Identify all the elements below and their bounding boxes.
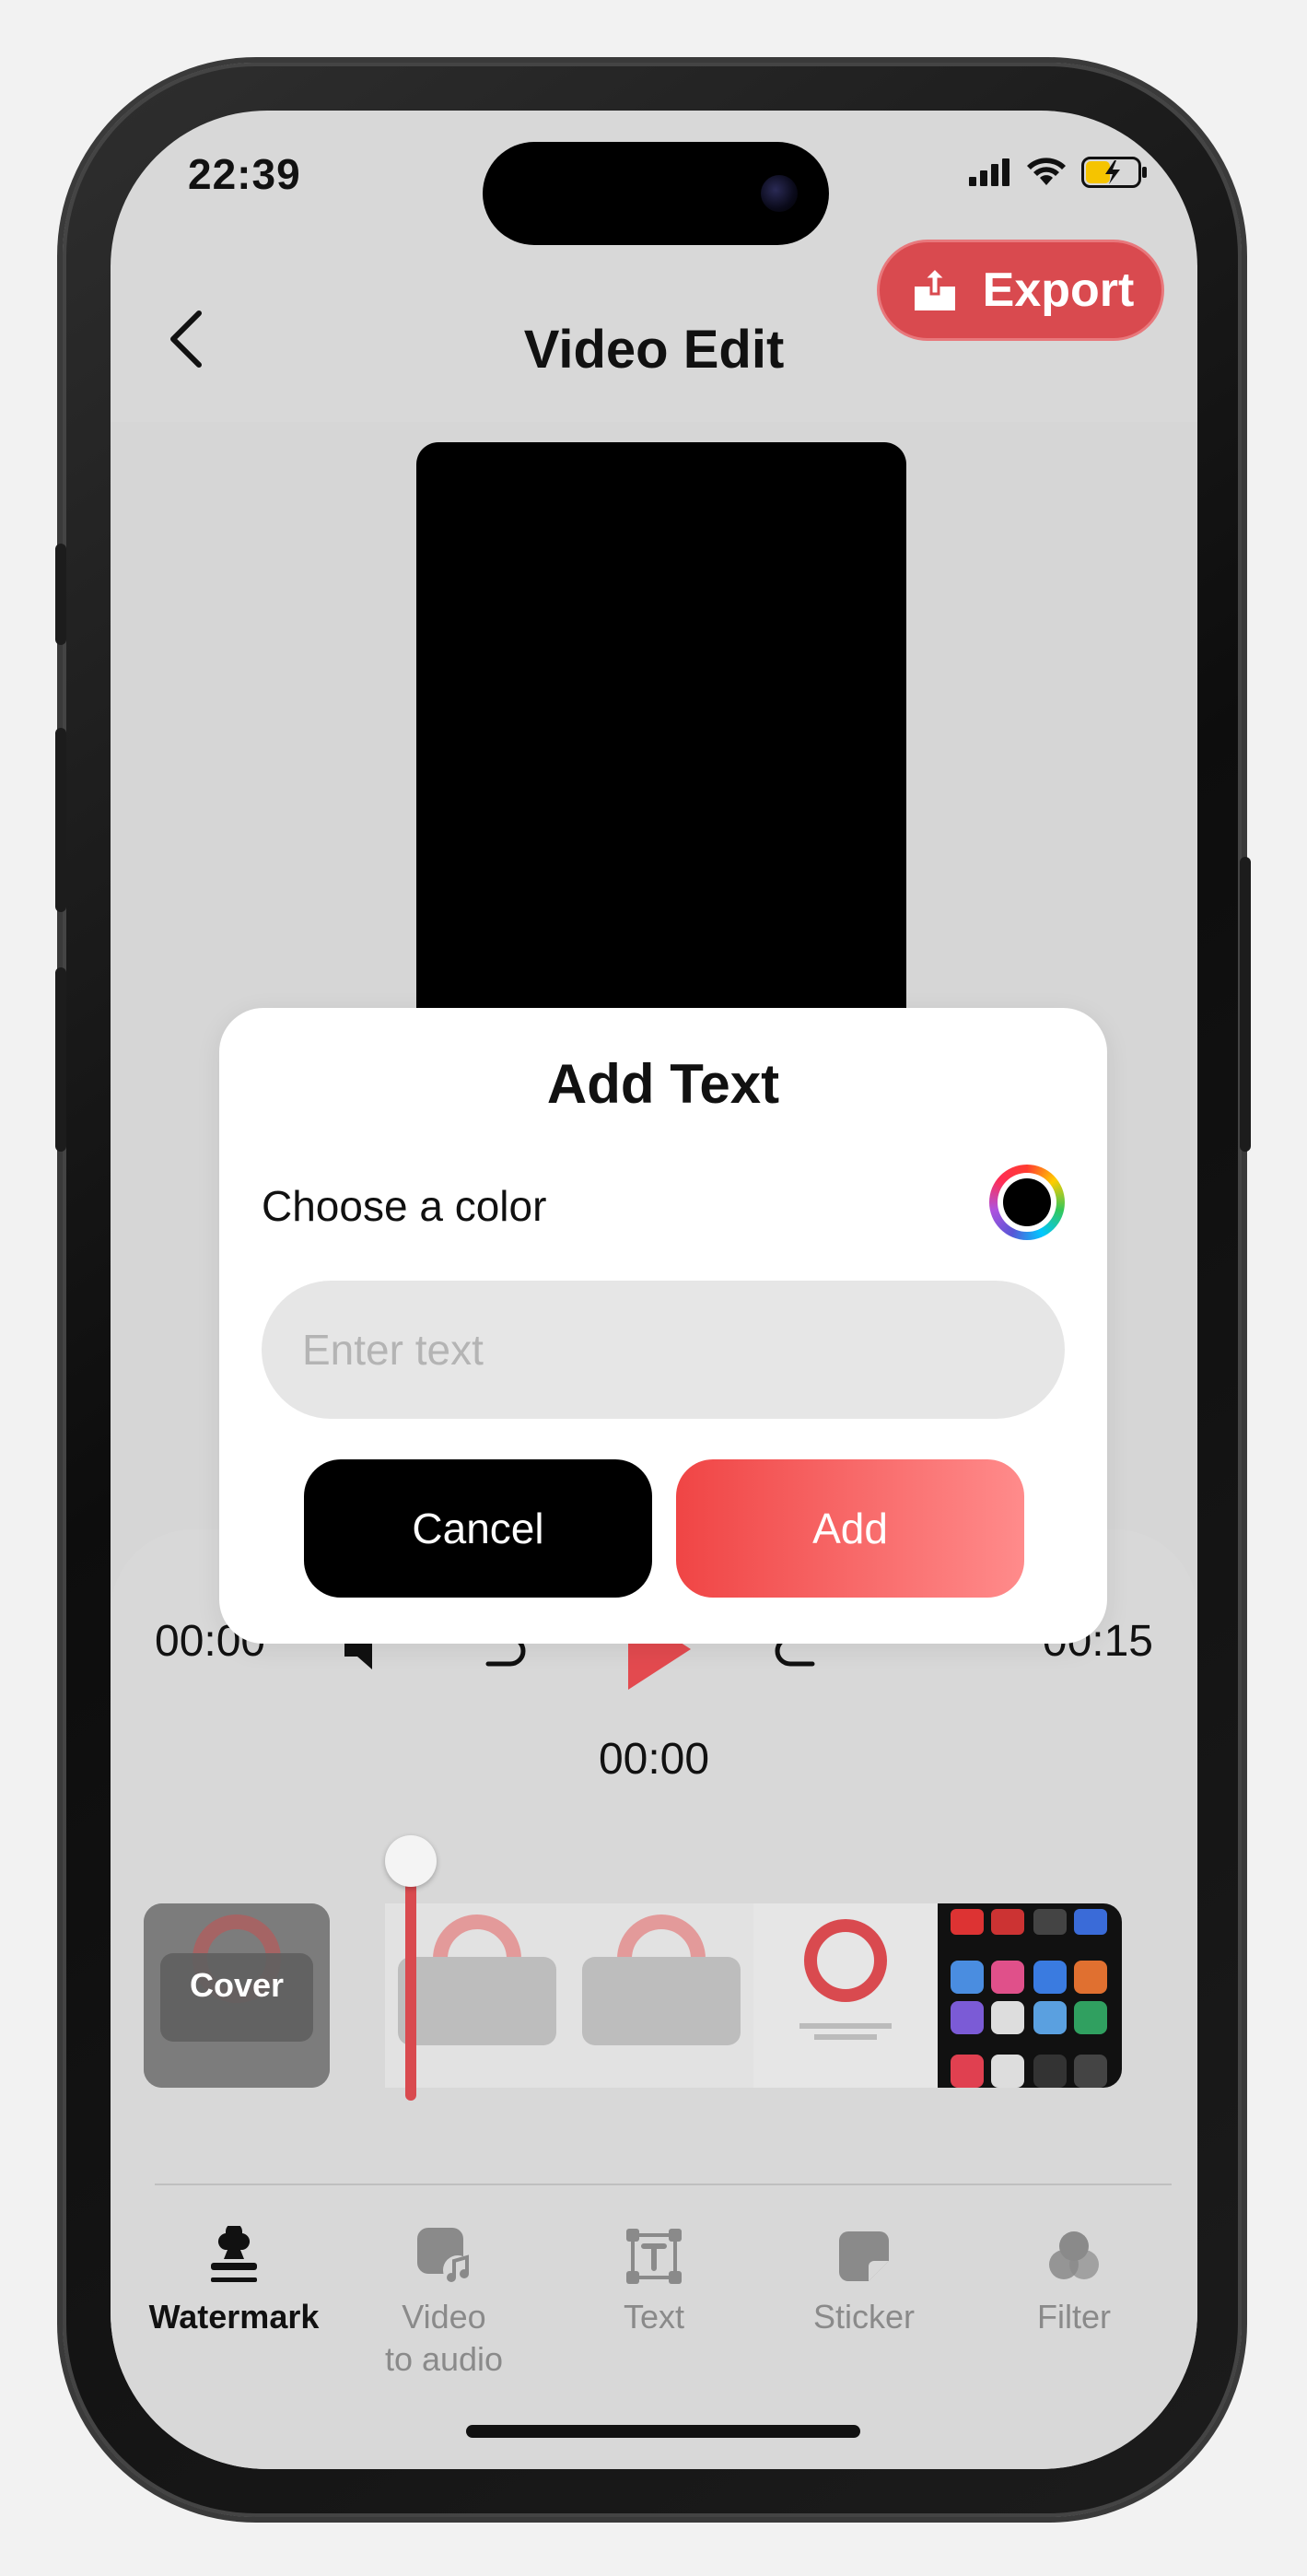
tab-video-to-audio[interactable]: Video to audio: [339, 2209, 549, 2394]
export-label: Export: [982, 263, 1135, 317]
tab-sticker[interactable]: Sticker: [759, 2209, 969, 2394]
cover-label: Cover: [189, 1966, 285, 2004]
cellular-signal-icon: [969, 158, 1009, 186]
upload-icon: [914, 265, 955, 310]
add-button[interactable]: Add: [676, 1459, 1024, 1598]
text-input[interactable]: [262, 1281, 1065, 1419]
tab-label: Sticker: [812, 2298, 916, 2336]
tab-text[interactable]: Text: [549, 2209, 759, 2394]
tab-label: Watermark: [148, 2298, 320, 2336]
camera-icon: [761, 175, 798, 212]
timeline-frame: [753, 1903, 938, 2088]
color-label: Choose a color: [262, 1182, 547, 1230]
wifi-icon: [1027, 158, 1066, 185]
cancel-button[interactable]: Cancel: [304, 1459, 652, 1598]
tab-label: Filter: [1037, 2298, 1111, 2336]
dialog-title: Add Text: [546, 1053, 780, 1115]
filter-icon: [1049, 2231, 1099, 2279]
volume-down-button: [55, 967, 66, 1152]
status-icons: [969, 157, 1148, 188]
tool-tabs: Watermark Video to audio Text Sticker Fi…: [129, 2209, 1179, 2394]
battery-charging-icon: [1081, 157, 1147, 188]
tab-watermark[interactable]: Watermark: [129, 2209, 339, 2394]
export-button[interactable]: Export: [877, 240, 1164, 341]
video-preview[interactable]: [416, 442, 906, 1087]
cover-thumbnail[interactable]: Cover: [144, 1903, 330, 2088]
home-indicator: [466, 2425, 860, 2438]
status-time: 22:39: [188, 150, 301, 198]
tab-filter[interactable]: Filter: [969, 2209, 1179, 2394]
timeline-strip[interactable]: [385, 1903, 1122, 2088]
sticker-icon: [839, 2231, 889, 2281]
power-button: [1240, 857, 1251, 1152]
dynamic-island: [483, 142, 829, 245]
stamp-icon: [211, 2226, 257, 2282]
playhead-time: 00:00: [598, 1735, 710, 1784]
volume-up-button: [55, 728, 66, 912]
action-button: [55, 544, 66, 645]
playhead-handle[interactable]: [385, 1835, 437, 1887]
playhead-line[interactable]: [405, 1879, 416, 2101]
tab-label: Text: [623, 2298, 685, 2336]
timeline-frame: [938, 1903, 1122, 2088]
screen: 22:39 Video Edit Export 00:00 00:15 00:0…: [111, 111, 1197, 2469]
tab-divider: [155, 2184, 1172, 2185]
video-to-audio-icon: [417, 2228, 473, 2285]
tab-label: Video to audio: [384, 2298, 504, 2378]
selected-color-dot: [1003, 1178, 1051, 1226]
timeline-frame: [569, 1903, 753, 2088]
add-text-dialog: Add Text Choose a color Cancel Add: [219, 1008, 1107, 1644]
color-picker-button[interactable]: [989, 1165, 1065, 1240]
text-frame-icon: [626, 2229, 682, 2284]
